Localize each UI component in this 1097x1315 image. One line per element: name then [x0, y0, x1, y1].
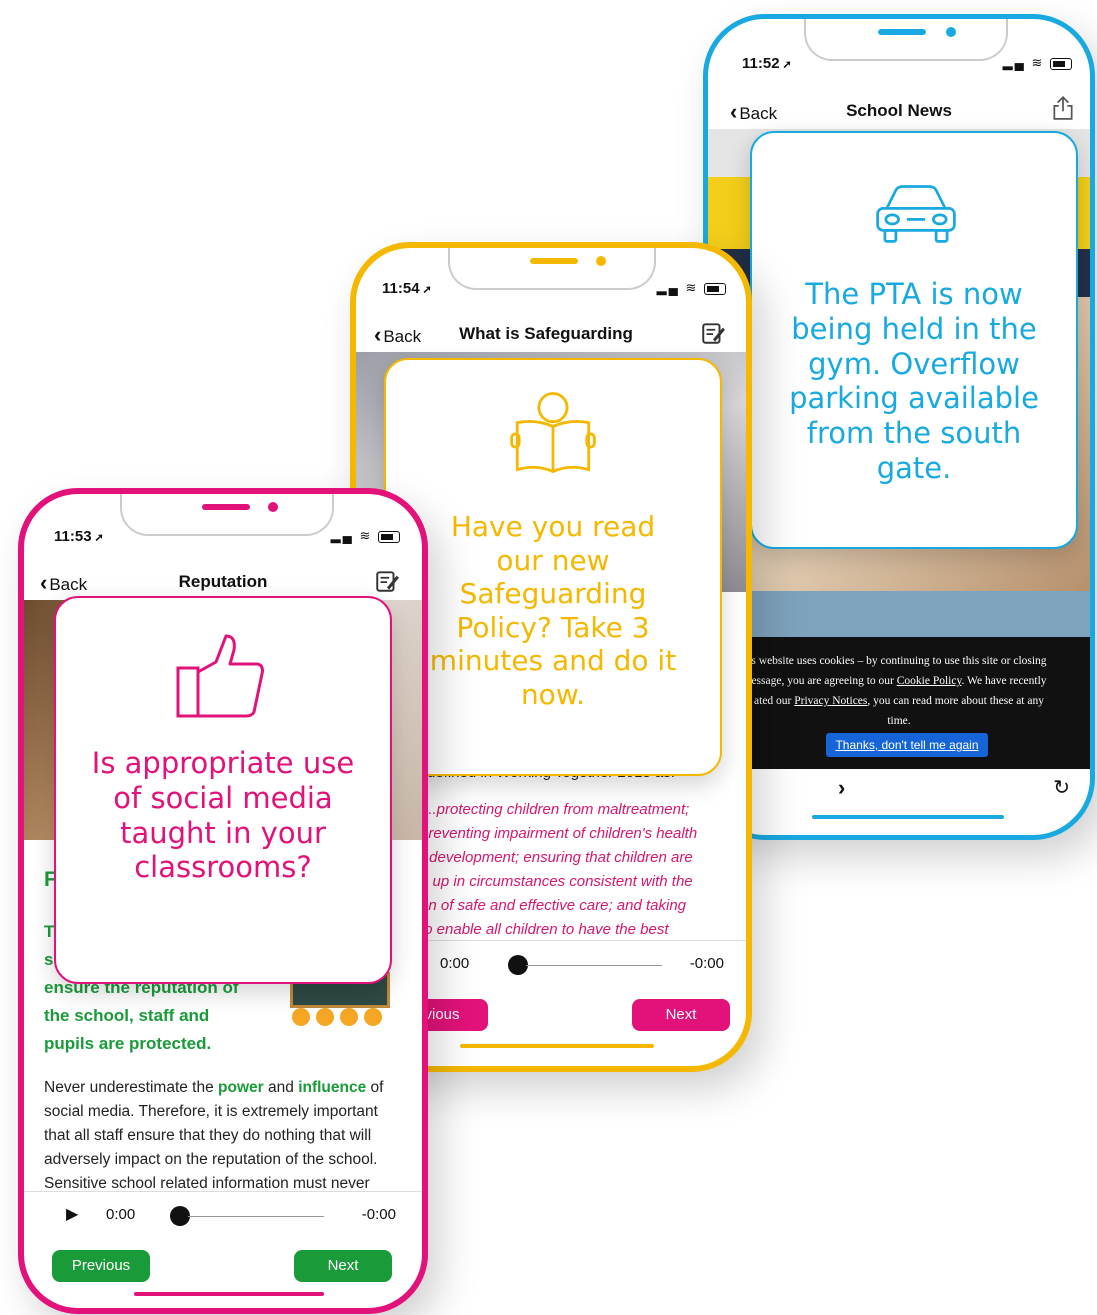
next-button[interactable]: Next [294, 1250, 392, 1282]
notes-icon[interactable] [700, 320, 726, 346]
message-card: Have you read our new Safeguarding Polic… [384, 358, 722, 776]
audio-player: ▶ 0:00 -0:00 [24, 1191, 422, 1240]
refresh-icon[interactable]: ↻ [1053, 775, 1070, 800]
previous-button[interactable]: Previous [52, 1250, 150, 1282]
audio-scrubber[interactable] [508, 955, 528, 975]
body-text: Never underestimate the power and influe… [44, 1079, 384, 1192]
card-message: Have you read our new Safeguarding Polic… [429, 510, 677, 711]
message-card: Is appropriate use of social media taugh… [54, 596, 392, 984]
car-icon [876, 185, 956, 243]
page-title: What is Safeguarding [459, 324, 633, 343]
system-icons: ▂▄ ≋ [657, 280, 726, 296]
audio-track[interactable] [526, 965, 662, 966]
quote-block: /...protecting children from maltreatmen… [420, 801, 698, 938]
nav-bar: ‹ Back What is Safeguarding [356, 312, 746, 356]
play-icon[interactable]: ▶ [66, 1204, 78, 1224]
phone-reputation: 11:53 ➚ ▂▄ ≋ ‹ Back Reputation F T s ens… [18, 488, 428, 1314]
wifi-icon: ≋ [685, 280, 699, 295]
status-bar: 11:52 ➚ ▂▄ ≋ [708, 19, 1090, 72]
next-button[interactable]: Next [632, 999, 730, 1031]
audio-remaining-time: -0:00 [689, 955, 724, 972]
news-blue-band [708, 591, 1090, 641]
cookie-banner: s website uses cookies – by continuing t… [708, 637, 1090, 769]
phone-school-news: 11:52 ➚ ▂▄ ≋ ‹ Back School News s websit… [703, 14, 1095, 840]
audio-remaining-time: -0:00 [361, 1206, 396, 1223]
card-message: The PTA is now being held in the gym. Ov… [789, 277, 1039, 485]
share-icon[interactable] [1050, 95, 1076, 121]
book-reader-icon [510, 392, 596, 474]
audio-current-time: 0:00 [440, 955, 470, 972]
audio-current-time: 0:00 [106, 1206, 136, 1223]
page-title: Reputation [178, 572, 268, 591]
signal-icon: ▂▄ [656, 280, 680, 295]
status-time: 11:52 ➚ [742, 55, 792, 72]
notch [448, 248, 656, 290]
battery-icon [378, 530, 400, 543]
home-indicator [460, 1044, 654, 1048]
home-indicator [812, 815, 1004, 819]
cookie-accept-button[interactable]: Thanks, don't tell me again [826, 733, 988, 757]
notes-icon[interactable] [374, 568, 400, 594]
audio-scrubber[interactable] [170, 1206, 190, 1226]
notch [804, 19, 1008, 61]
forward-arrow-icon[interactable]: › [838, 775, 845, 801]
system-icons: ▂▄ ≋ [1003, 55, 1072, 71]
audio-track[interactable] [188, 1216, 324, 1217]
wifi-icon: ≋ [1031, 55, 1045, 70]
battery-icon [704, 282, 726, 295]
status-time: 11:54 ➚ [382, 280, 432, 297]
notch [120, 494, 334, 536]
page-title: School News [846, 101, 952, 120]
message-card: The PTA is now being held in the gym. Ov… [750, 131, 1078, 549]
wifi-icon: ≋ [359, 528, 373, 543]
system-icons: ▂▄ ≋ [331, 528, 400, 544]
status-bar: 11:53 ➚ ▂▄ ≋ [24, 494, 422, 545]
thumbs-up-icon [176, 634, 264, 718]
cookie-policy-link[interactable]: Cookie Policy [897, 675, 962, 687]
signal-icon: ▂▄ [330, 528, 354, 543]
status-time: 11:53 ➚ [54, 528, 104, 545]
home-indicator [134, 1292, 324, 1296]
card-message: Is appropriate use of social media taugh… [91, 746, 355, 885]
privacy-notices-link[interactable]: Privacy Notices [794, 695, 867, 707]
signal-icon: ▂▄ [1002, 55, 1026, 70]
nav-bar: ‹ Back School News [708, 89, 1090, 133]
battery-icon [1050, 57, 1072, 70]
status-bar: 11:54 ➚ ▂▄ ≋ [356, 248, 746, 298]
